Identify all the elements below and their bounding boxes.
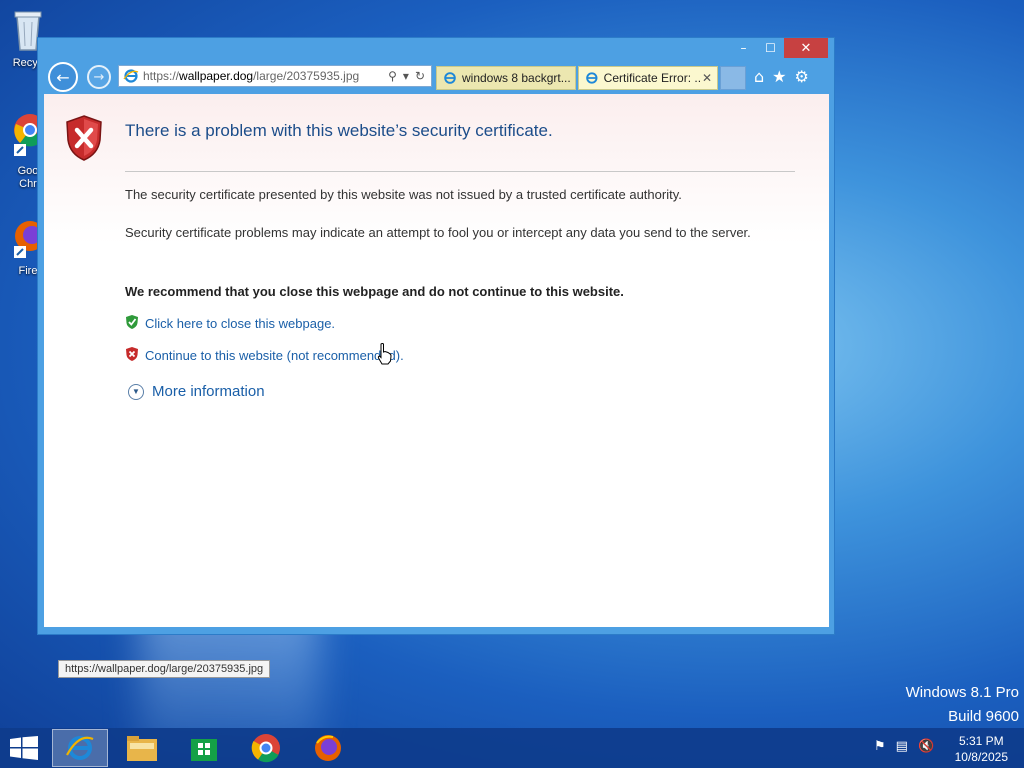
ie-page-icon — [444, 72, 456, 84]
taskbar-chrome[interactable] — [238, 729, 294, 767]
url-protocol: https:// — [143, 69, 180, 83]
ie-page-icon — [123, 69, 139, 83]
hand-cursor-icon — [377, 343, 392, 365]
chrome-icon — [251, 734, 280, 763]
browser-toolbar: ← → https://wallpaper.dog/large/20375935… — [38, 62, 834, 92]
address-bar-tools: ⚲ ▾ ↻ — [388, 69, 431, 83]
more-information-toggle[interactable]: ▼ More information — [128, 383, 265, 400]
paragraph-security-warning: Security certificate problems may indica… — [125, 225, 751, 240]
firefox-icon — [315, 735, 341, 761]
continue-website-link[interactable]: Continue to this website (not recommende… — [125, 346, 404, 365]
shield-x-icon — [126, 347, 138, 361]
shield-error-icon — [66, 115, 102, 161]
minimize-button[interactable]: – — [730, 38, 757, 58]
close-webpage-link-text[interactable]: Click here to close this webpage. — [145, 316, 335, 331]
refresh-icon[interactable]: ↻ — [415, 69, 425, 83]
close-webpage-link[interactable]: Click here to close this webpage. — [125, 314, 335, 333]
search-icon[interactable]: ⚲ — [388, 69, 397, 83]
maximize-button[interactable]: ☐ — [757, 38, 784, 58]
page-title: There is a problem with this website’s s… — [125, 121, 553, 140]
shield-check-icon — [126, 315, 138, 329]
browser-window: – ☐ ✕ ← → https://wallpaper.dog/large/20… — [37, 37, 835, 678]
tab-label: windows 8 backgrt... — [462, 71, 571, 85]
continue-website-link-text[interactable]: Continue to this website (not recommende… — [145, 348, 404, 363]
clock-date: 10/8/2025 — [954, 750, 1008, 764]
status-bar-url: https://wallpaper.dog/large/20375935.jpg — [58, 660, 271, 678]
close-window-button[interactable]: ✕ — [784, 38, 828, 58]
action-center-flag-icon[interactable]: ⚑ — [874, 739, 886, 754]
new-tab-button[interactable] — [720, 66, 746, 90]
folder-icon — [127, 736, 157, 761]
window-controls: – ☐ ✕ — [730, 38, 828, 58]
volume-muted-icon[interactable]: 🔇 — [918, 739, 934, 754]
taskbar-firefox[interactable] — [300, 729, 356, 767]
clock-time: 5:31 PM — [958, 734, 1004, 748]
close-tab-icon[interactable]: ✕ — [702, 71, 712, 85]
taskbar-internet-explorer[interactable] — [52, 729, 108, 767]
taskbar: ⚑ ▤ 🔇 5:31 PM 10/8/2025 — [0, 728, 1024, 768]
store-icon — [191, 739, 217, 761]
expand-chevron-icon: ▼ — [128, 383, 144, 400]
recommendation-text: We recommend that you close this webpage… — [125, 284, 624, 299]
forward-button[interactable]: → — [87, 65, 111, 89]
tab-label: Certificate Error: ... — [603, 71, 702, 85]
settings-gear-icon[interactable]: ⚙ — [795, 67, 809, 86]
paragraph-untrusted-authority: The security certificate presented by th… — [125, 187, 682, 202]
url-domain: wallpaper.dog — [179, 69, 254, 83]
arrow-left-icon: ← — [56, 67, 70, 87]
system-clock[interactable]: 5:31 PM 10/8/2025 — [955, 733, 1008, 765]
more-information-label: More information — [152, 383, 265, 400]
network-icon[interactable]: ▤ — [896, 739, 908, 754]
windows-version-text: Windows 8.1 Pro — [905, 684, 1019, 701]
dropdown-icon[interactable]: ▾ — [403, 69, 409, 83]
tab-wallpaper[interactable]: windows 8 backgrt... — [436, 66, 576, 90]
internet-explorer-icon — [66, 736, 94, 760]
page-content: There is a problem with this website’s s… — [44, 94, 829, 678]
url-path: /large/20375935.jpg — [253, 69, 360, 83]
address-bar[interactable]: https://wallpaper.dog/large/20375935.jpg… — [118, 65, 432, 87]
taskbar-file-explorer[interactable] — [114, 729, 170, 767]
ie-page-icon — [586, 72, 598, 84]
system-tray: ⚑ ▤ 🔇 — [874, 739, 934, 754]
divider — [125, 171, 795, 172]
windows-build-text: Build 9600 — [948, 708, 1019, 725]
taskbar-store[interactable] — [176, 729, 232, 767]
home-icon[interactable]: ⌂ — [754, 67, 764, 86]
windows-start-icon[interactable] — [10, 736, 38, 760]
back-button[interactable]: ← — [48, 62, 78, 92]
arrow-right-icon: → — [93, 69, 105, 85]
favorites-star-icon[interactable]: ★ — [772, 67, 786, 86]
toolbar-icons: ⌂ ★ ⚙ — [754, 67, 809, 86]
tab-certificate-error[interactable]: Certificate Error: ... ✕ — [578, 66, 718, 90]
